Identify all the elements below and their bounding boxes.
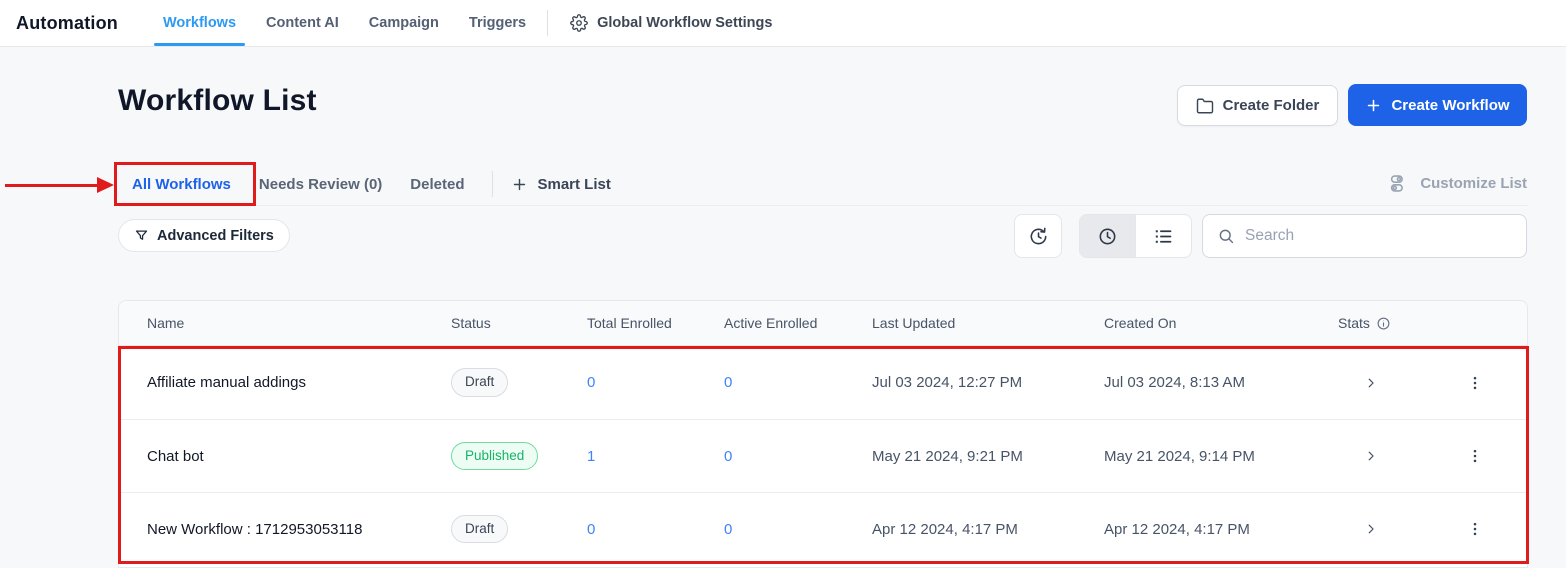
table-row[interactable]: New Workflow : 1712953053118 Draft 0 0 A… xyxy=(119,492,1527,565)
active-enrolled-link[interactable]: 0 xyxy=(724,374,872,391)
plus-icon xyxy=(1365,97,1382,114)
last-updated: Apr 12 2024, 4:17 PM xyxy=(872,521,1104,538)
table-row[interactable]: Chat bot Published 1 0 May 21 2024, 9:21… xyxy=(119,419,1527,492)
page-title: Workflow List xyxy=(118,84,317,118)
view-toggle-group xyxy=(1079,214,1192,258)
global-workflow-settings-button[interactable]: Global Workflow Settings xyxy=(560,14,782,32)
created-on: May 21 2024, 9:14 PM xyxy=(1104,448,1338,465)
workflow-name[interactable]: Chat bot xyxy=(147,448,451,465)
table-header-row: Name Status Total Enrolled Active Enroll… xyxy=(119,301,1527,346)
created-on: Jul 03 2024, 8:13 AM xyxy=(1104,374,1338,391)
active-enrolled-link[interactable]: 0 xyxy=(724,448,872,465)
total-enrolled-link[interactable]: 0 xyxy=(587,521,724,538)
advanced-filters-button[interactable]: Advanced Filters xyxy=(118,219,290,252)
expand-stats-button[interactable] xyxy=(1360,372,1382,394)
status-badge: Draft xyxy=(451,368,508,396)
total-enrolled-link[interactable]: 1 xyxy=(587,448,724,465)
kebab-icon xyxy=(1466,447,1484,465)
stats-header-label: Stats xyxy=(1338,315,1370,331)
row-menu-button[interactable] xyxy=(1462,370,1488,396)
status-badge: Published xyxy=(451,442,538,470)
customize-list-button[interactable]: Customize List xyxy=(1389,165,1527,201)
plus-icon xyxy=(511,176,528,193)
enrollment-history-button[interactable] xyxy=(1014,214,1062,258)
column-header-status: Status xyxy=(451,315,587,331)
tab-campaign[interactable]: Campaign xyxy=(354,0,454,46)
status-badge: Draft xyxy=(451,515,508,543)
section-divider xyxy=(118,205,1528,206)
folder-icon xyxy=(1196,97,1214,115)
funnel-icon xyxy=(134,228,149,243)
tabs-divider xyxy=(492,171,493,197)
last-updated: Jul 03 2024, 12:27 PM xyxy=(872,374,1104,391)
tab-needs-review[interactable]: Needs Review (0) xyxy=(245,163,396,205)
advanced-filters-label: Advanced Filters xyxy=(157,228,274,244)
create-workflow-button[interactable]: Create Workflow xyxy=(1348,84,1527,126)
row-menu-button[interactable] xyxy=(1462,516,1488,542)
clock-icon xyxy=(1097,226,1118,247)
total-enrolled-link[interactable]: 0 xyxy=(587,374,724,391)
info-icon[interactable] xyxy=(1376,316,1391,331)
gear-icon xyxy=(570,14,588,32)
kebab-icon xyxy=(1466,374,1484,392)
customize-list-label: Customize List xyxy=(1420,175,1527,192)
topbar-divider xyxy=(547,10,548,36)
chevron-right-icon xyxy=(1364,522,1378,536)
workflow-name[interactable]: New Workflow : 1712953053118 xyxy=(147,521,451,538)
create-folder-label: Create Folder xyxy=(1223,97,1320,114)
workflow-table: Name Status Total Enrolled Active Enroll… xyxy=(118,300,1528,568)
tab-triggers[interactable]: Triggers xyxy=(454,0,541,46)
annotation-arrow-head xyxy=(97,177,114,193)
row-menu-button[interactable] xyxy=(1462,443,1488,469)
column-header-total-enrolled: Total Enrolled xyxy=(587,315,724,331)
annotation-arrow-line xyxy=(5,184,98,187)
kebab-icon xyxy=(1466,520,1484,538)
last-updated: May 21 2024, 9:21 PM xyxy=(872,448,1104,465)
smart-list-button[interactable]: Smart List xyxy=(507,176,614,193)
chevron-right-icon xyxy=(1364,449,1378,463)
search-container xyxy=(1202,214,1527,258)
tab-workflows[interactable]: Workflows xyxy=(148,0,251,46)
column-header-name: Name xyxy=(147,315,451,331)
column-header-stats: Stats xyxy=(1338,315,1458,331)
smart-list-label: Smart List xyxy=(537,176,610,193)
create-workflow-label: Create Workflow xyxy=(1391,97,1509,114)
table-row[interactable]: Affiliate manual addings Draft 0 0 Jul 0… xyxy=(119,346,1527,419)
workflow-list-tabs: All Workflows Needs Review (0) Deleted S… xyxy=(118,163,615,205)
recent-view-toggle[interactable] xyxy=(1080,215,1135,257)
search-icon xyxy=(1217,227,1235,245)
column-header-active-enrolled: Active Enrolled xyxy=(724,315,872,331)
workflow-name[interactable]: Affiliate manual addings xyxy=(147,374,451,391)
expand-stats-button[interactable] xyxy=(1360,518,1382,540)
chevron-right-icon xyxy=(1364,376,1378,390)
tab-deleted[interactable]: Deleted xyxy=(396,163,478,205)
list-icon xyxy=(1153,226,1174,247)
customize-columns-icon xyxy=(1389,173,1410,194)
list-view-toggle[interactable] xyxy=(1135,215,1191,257)
history-clock-icon xyxy=(1028,226,1049,247)
app-title: Automation xyxy=(16,13,118,34)
topbar-nav: Workflows Content AI Campaign Triggers xyxy=(148,0,541,46)
global-settings-label: Global Workflow Settings xyxy=(597,15,772,31)
create-folder-button[interactable]: Create Folder xyxy=(1177,85,1338,126)
topbar: Automation Workflows Content AI Campaign… xyxy=(0,0,1566,47)
search-input[interactable] xyxy=(1245,227,1512,245)
expand-stats-button[interactable] xyxy=(1360,445,1382,467)
created-on: Apr 12 2024, 4:17 PM xyxy=(1104,521,1338,538)
tab-content-ai[interactable]: Content AI xyxy=(251,0,354,46)
column-header-created-on: Created On xyxy=(1104,315,1338,331)
column-header-last-updated: Last Updated xyxy=(872,315,1104,331)
active-enrolled-link[interactable]: 0 xyxy=(724,521,872,538)
tab-all-workflows[interactable]: All Workflows xyxy=(118,163,245,205)
